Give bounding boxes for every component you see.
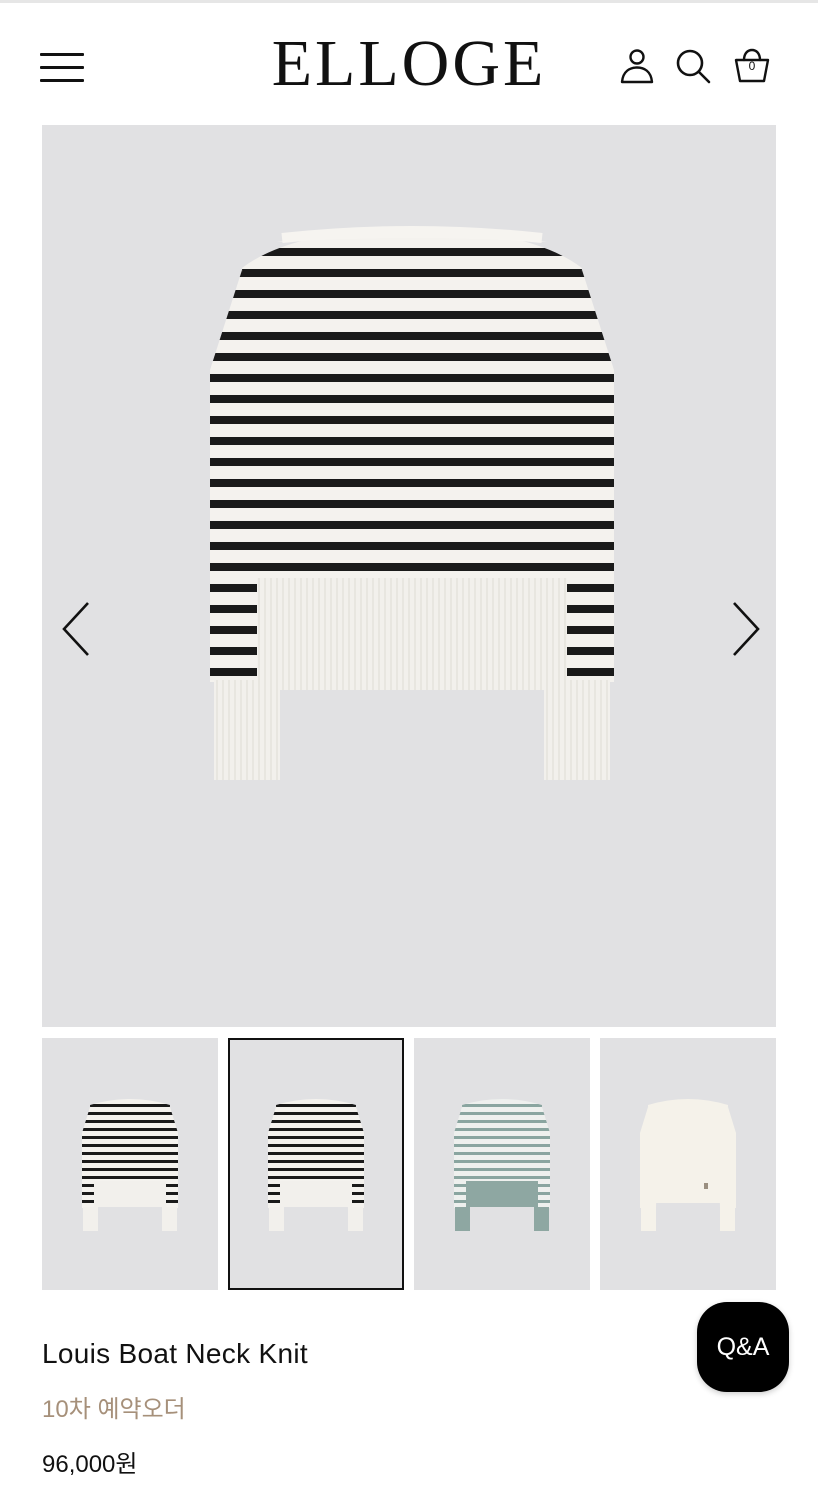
product-main-image[interactable] <box>42 125 776 1027</box>
thumbnail-1[interactable] <box>42 1038 218 1290</box>
menu-icon[interactable] <box>40 53 86 83</box>
user-icon[interactable] <box>616 45 658 87</box>
product-name: Louis Boat Neck Knit <box>42 1338 308 1369</box>
thumbnail-image <box>640 1099 736 1231</box>
cart-icon[interactable]: 0 <box>731 45 773 87</box>
thumbnail-2-selected[interactable] <box>228 1038 404 1290</box>
search-icon[interactable] <box>672 45 714 87</box>
thumbnail-strip <box>42 1038 776 1290</box>
thumbnail-image <box>268 1099 364 1231</box>
site-logo[interactable]: ELLOGE <box>258 29 560 99</box>
preorder-label: 10차 예약오더 <box>42 1396 186 1423</box>
next-image-arrow-icon[interactable] <box>720 597 770 661</box>
thumbnail-4[interactable] <box>600 1038 776 1290</box>
product-price: 96,000원 <box>42 1451 138 1478</box>
thumbnail-image <box>82 1099 178 1231</box>
previous-image-arrow-icon[interactable] <box>52 597 102 661</box>
sweater-image <box>210 226 614 780</box>
site-header: ELLOGE 0 <box>0 3 818 123</box>
thumbnail-image <box>454 1099 550 1231</box>
cart-count-badge: 0 <box>748 59 756 73</box>
thumbnail-3[interactable] <box>414 1038 590 1290</box>
qa-button[interactable]: Q&A <box>697 1302 789 1392</box>
